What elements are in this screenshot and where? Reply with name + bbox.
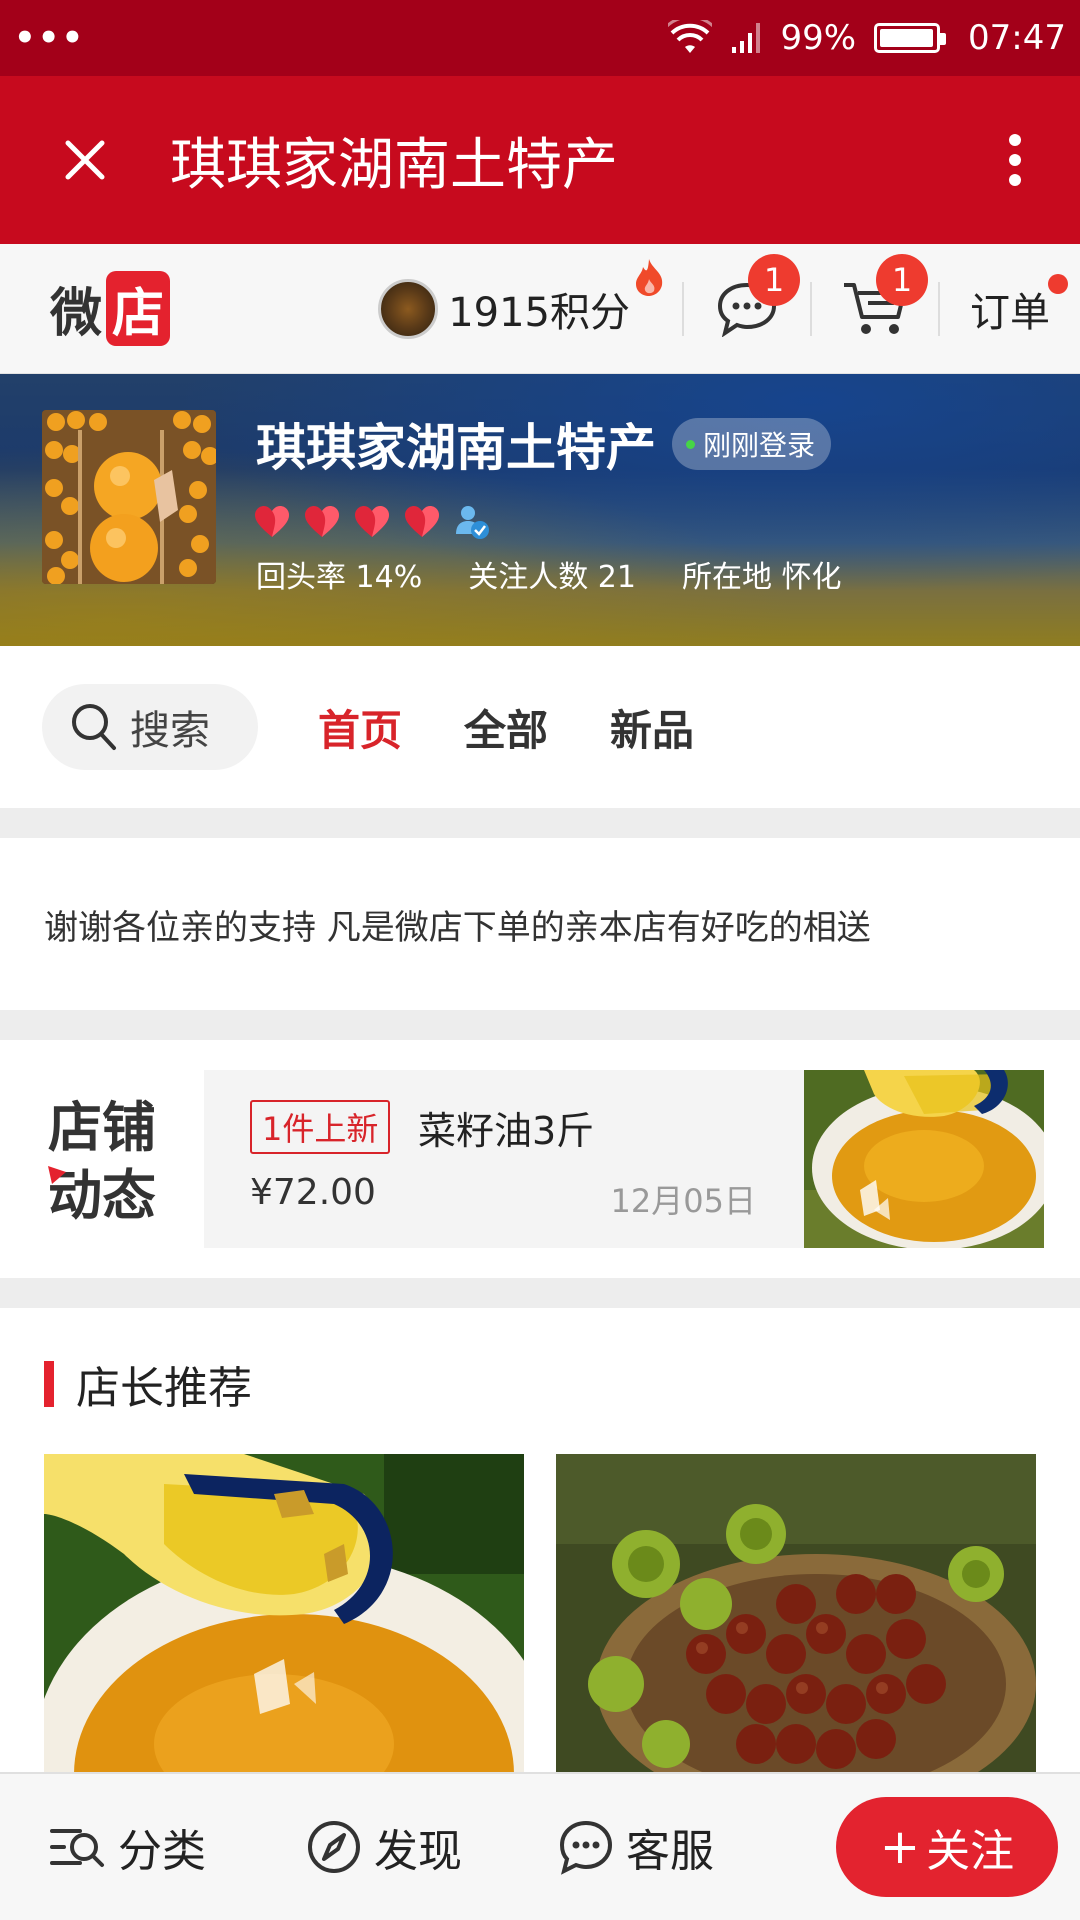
search-button[interactable]: 搜索 — [42, 684, 258, 770]
recommend-title-text: 店长推荐 — [76, 1363, 252, 1414]
shop-nav: 搜索 首页 全部 新品 — [0, 646, 1080, 808]
points-button[interactable]: 1915积分 — [378, 258, 663, 339]
heart-icon — [305, 506, 339, 537]
recommend-title: 店长推荐 — [44, 1352, 252, 1416]
stat-followers: 关注人数 21 — [468, 560, 636, 595]
shop-name-row: 琪琪家湖南土特产 刚刚登录 — [256, 408, 832, 480]
online-status-badge: 刚刚登录 — [672, 418, 832, 470]
dynamics-accent-icon — [48, 1166, 66, 1184]
follow-label: 关注 — [926, 1826, 1015, 1877]
orders-label: 订单 — [970, 289, 1050, 336]
battery-icon — [874, 23, 947, 53]
tab-new[interactable]: 新品 — [610, 697, 694, 758]
follow-button[interactable]: + 关注 — [836, 1797, 1058, 1897]
flame-icon — [636, 258, 663, 296]
search-icon — [72, 704, 116, 750]
dynamics-price: ¥72.00 — [250, 1172, 376, 1213]
category-label: 分类 — [118, 1826, 206, 1877]
more-button[interactable] — [950, 134, 1080, 186]
messages-badge: 1 — [748, 253, 800, 306]
more-vertical-icon — [1009, 134, 1021, 186]
stat-location: 所在地 怀化 — [681, 560, 842, 595]
messages-button[interactable]: 1 — [714, 253, 800, 342]
orders-button[interactable]: 订单 — [970, 273, 1068, 338]
new-items-tag: 1件上新 — [250, 1100, 391, 1154]
discover-button[interactable]: 发现 — [306, 1815, 462, 1879]
dynamics-title: 店铺 动态 — [48, 1094, 156, 1230]
status-right: 99% 07:47 — [668, 18, 1066, 58]
divider — [682, 281, 684, 336]
shop-notice: 谢谢各位亲的支持 凡是微店下单的亲本店有好吃的相送 — [0, 838, 1080, 1010]
heart-icon — [405, 506, 439, 537]
dynamics-date: 12月05日 — [610, 1182, 756, 1220]
status-bar: ••• 99% 07:47 — [0, 0, 1080, 76]
recommend-product-oil-image[interactable] — [44, 1454, 524, 1774]
tab-home[interactable]: 首页 — [318, 697, 402, 758]
search-label: 搜索 — [130, 708, 210, 754]
section-accent-bar — [44, 1361, 54, 1407]
category-button[interactable]: 分类 — [50, 1815, 206, 1879]
dynamics-card[interactable]: 1件上新 菜籽油3斤 ¥72.00 12月05日 — [204, 1070, 804, 1248]
close-button[interactable] — [0, 139, 170, 181]
points-label: 1915积分 — [448, 289, 630, 336]
dynamics-title-line1: 店铺 — [48, 1096, 156, 1159]
divider — [938, 281, 940, 336]
dynamics-product-name: 菜籽油3斤 — [418, 1109, 595, 1153]
cart-button[interactable]: 1 — [842, 253, 928, 342]
weidian-logo[interactable]: 微 店 — [50, 271, 171, 346]
signal-icon — [732, 23, 761, 53]
verified-user-icon — [456, 506, 489, 539]
customer-service-button[interactable]: 客服 — [558, 1815, 714, 1879]
customer-service-label: 客服 — [626, 1826, 714, 1877]
shop-header-bar: 微 店 1915积分 1 1 订单 — [0, 244, 1080, 374]
shop-name: 琪琪家湖南土特产 — [256, 419, 656, 477]
shop-avatar-image[interactable] — [42, 410, 216, 584]
shop-stats: 回头率 14% 关注人数 21 所在地 怀化 — [256, 552, 842, 596]
discover-label: 发现 — [374, 1826, 462, 1877]
category-list-icon — [50, 1829, 104, 1867]
tab-all[interactable]: 全部 — [464, 697, 548, 758]
notification-dots: ••• — [14, 18, 86, 58]
follow-prefix: + — [879, 1819, 921, 1875]
recommend-product-chestnut-image[interactable] — [556, 1454, 1036, 1774]
clock: 07:47 — [968, 18, 1066, 58]
online-dot — [686, 439, 695, 449]
compass-icon — [308, 1821, 360, 1873]
notice-text: 谢谢各位亲的支持 凡是微店下单的亲本店有好吃的相送 — [44, 907, 871, 948]
logo-text-wei: 微 — [50, 284, 103, 344]
bottom-action-bar: 分类 发现 客服 + 关注 — [0, 1772, 1080, 1920]
logo-text-dian: 店 — [106, 271, 171, 346]
title-bar: 琪琪家湖南土特产 — [0, 76, 1080, 244]
stat-repeat-rate: 回头率 14% — [256, 560, 423, 595]
shop-dynamics: 店铺 动态 1件上新 菜籽油3斤 ¥72.00 12月05日 — [0, 1040, 1080, 1278]
online-status-text: 刚刚登录 — [703, 429, 816, 462]
chat-bubble-icon — [559, 1820, 613, 1875]
heart-icon — [255, 506, 289, 537]
user-avatar — [378, 278, 439, 339]
cart-badge: 1 — [876, 253, 928, 306]
reputation-hearts — [254, 504, 490, 540]
close-icon — [65, 140, 105, 180]
divider — [810, 281, 812, 336]
shop-banner: 琪琪家湖南土特产 刚刚登录 回头率 14% 关注人数 21 所在地 怀化 — [0, 374, 1080, 646]
wifi-icon — [668, 20, 713, 53]
heart-icon — [355, 506, 389, 537]
dynamics-product-image[interactable] — [804, 1070, 1044, 1248]
orders-notification-dot — [1048, 273, 1068, 294]
battery-percent: 99% — [780, 18, 857, 58]
page-title: 琪琪家湖南土特产 — [170, 132, 618, 198]
